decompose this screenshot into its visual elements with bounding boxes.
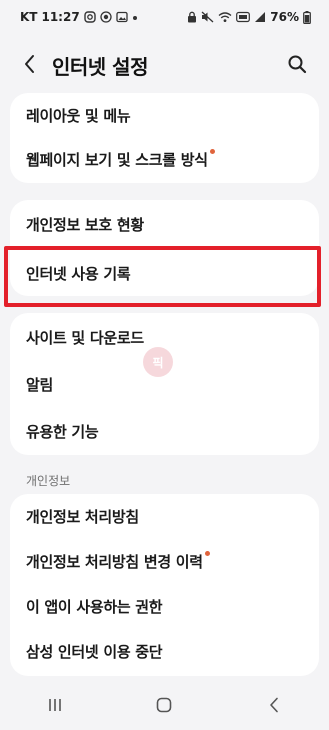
- useful-features-item[interactable]: 유용한 기능: [10, 409, 319, 453]
- row-label: 삼성 인터넷 이용 중단: [26, 642, 163, 661]
- battery-icon: [303, 10, 311, 24]
- record-icon: [100, 11, 112, 23]
- row-label: 웹페이지 보기 및 스크롤 방식: [26, 150, 208, 169]
- lock-icon: [187, 11, 197, 23]
- row-label: 개인정보 처리방침 변경 이력: [26, 552, 203, 571]
- row-label: 레이아웃 및 메뉴: [26, 106, 131, 125]
- clock: 11:27: [41, 10, 80, 24]
- webpage-view-scroll-item[interactable]: 웹페이지 보기 및 스크롤 방식: [10, 137, 319, 181]
- privacy-status-item[interactable]: 개인정보 보호 현황: [10, 202, 319, 246]
- nav-back-button[interactable]: [254, 690, 294, 720]
- layout-and-menu-item[interactable]: 레이아웃 및 메뉴: [10, 93, 319, 137]
- privacy-policy-item[interactable]: 개인정보 처리방침: [10, 494, 319, 538]
- section-header-privacy: 개인정보: [26, 474, 71, 488]
- row-label: 유용한 기능: [26, 422, 99, 441]
- settings-group-privacy: 개인정보 보호 현황 인터넷 사용 기록: [10, 200, 319, 296]
- mute-icon: [201, 11, 214, 23]
- settings-group-sites: 사이트 및 다운로드 알림 유용한 기능: [10, 313, 319, 455]
- settings-group-policy: 개인정보 처리방침 개인정보 처리방침 변경 이력 이 앱이 사용하는 권한 삼…: [10, 494, 319, 676]
- row-label: 개인정보 보호 현황: [26, 215, 144, 234]
- gallery-icon: [116, 11, 128, 23]
- browsing-history-item[interactable]: 인터넷 사용 기록: [10, 251, 319, 295]
- instagram-icon: [83, 11, 96, 23]
- privacy-policy-history-item[interactable]: 개인정보 처리방침 변경 이력: [10, 539, 319, 583]
- status-left: KT 11:27: [20, 10, 138, 24]
- row-label: 개인정보 처리방침: [26, 507, 139, 526]
- navigation-bar: [0, 680, 329, 730]
- volte-icon: [236, 11, 251, 23]
- back-button[interactable]: [16, 50, 44, 78]
- new-badge: [204, 550, 210, 556]
- recent-apps-icon: [49, 699, 61, 711]
- row-label: 사이트 및 다운로드: [26, 328, 144, 347]
- chevron-left-icon: [25, 55, 34, 73]
- watermark-badge: 픽: [143, 347, 173, 377]
- app-permissions-item[interactable]: 이 앱이 사용하는 권한: [10, 584, 319, 628]
- row-label: 이 앱이 사용하는 권한: [26, 597, 163, 616]
- new-badge: [209, 148, 215, 154]
- wifi-icon: [218, 11, 232, 23]
- search-icon: [288, 55, 307, 74]
- settings-group-display: 레이아웃 및 메뉴 웹페이지 보기 및 스크롤 방식: [10, 93, 319, 183]
- carrier-label: KT: [20, 10, 38, 24]
- status-right: 76%: [187, 10, 311, 24]
- signal-icon: [254, 11, 266, 23]
- stop-using-item[interactable]: 삼성 인터넷 이용 중단: [10, 629, 319, 673]
- search-button[interactable]: [283, 50, 311, 78]
- row-label: 알림: [26, 375, 54, 394]
- status-bar: KT 11:27 76%: [0, 0, 329, 34]
- recent-apps-button[interactable]: [35, 690, 75, 720]
- row-label: 인터넷 사용 기록: [26, 264, 131, 283]
- home-icon: [157, 697, 172, 713]
- page-title: 인터넷 설정: [52, 55, 148, 79]
- home-button[interactable]: [144, 690, 184, 720]
- back-icon: [270, 697, 278, 713]
- dot-icon: [132, 11, 138, 23]
- battery-percent: 76%: [270, 10, 299, 24]
- app-bar: 인터넷 설정: [0, 40, 329, 88]
